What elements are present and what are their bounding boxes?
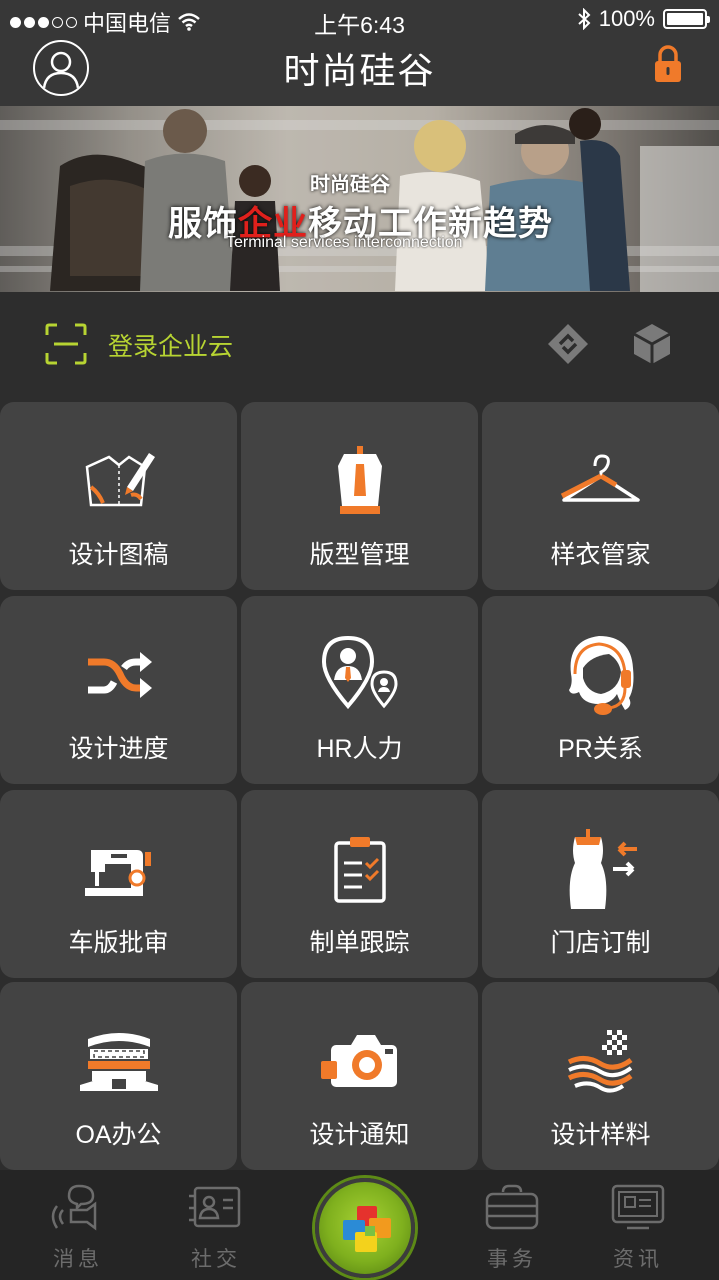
tile-hr[interactable]: HR人力 [241,596,478,784]
status-bar: 中国电信 上午6:43 100% [0,0,719,40]
headset-person-icon [556,636,646,716]
location-person-icon [315,636,405,716]
tile-label: 制单跟踪 [309,929,410,957]
tile-label: 设计进度 [68,735,169,763]
login-enterprise-cloud-label[interactable]: 登录企业云 [108,327,233,363]
feature-grid: 设计图稿 版型管理 样衣管家 设计进度 HR人力 PR关系 车版批审 制单跟踪 … [0,402,719,1170]
tile-label: 设计图稿 [68,541,169,569]
office-building-icon [74,1022,164,1102]
sewing-machine-icon [74,830,164,910]
tab-label: 资讯 [613,1248,663,1271]
center-app-button[interactable] [315,1178,415,1278]
tile-design-progress[interactable]: 设计进度 [0,596,237,784]
tile-label: 设计样料 [550,1121,651,1149]
tile-store-custom[interactable]: 门店订制 [482,790,719,978]
sync-diamond-icon[interactable] [546,322,590,366]
tile-label: PR关系 [558,735,643,763]
tab-label: 社交 [191,1248,241,1271]
battery-icon [663,9,710,29]
contact-card-icon [189,1186,241,1228]
camera-icon [315,1022,405,1102]
message-megaphone-icon [51,1184,97,1231]
design-sketch-icon [74,442,164,522]
tile-sample-butler[interactable]: 样衣管家 [482,402,719,590]
tile-design-material[interactable]: 设计样料 [482,982,719,1170]
tab-messages[interactable]: 消息 [28,1182,128,1273]
tile-label: HR人力 [316,735,403,763]
tab-affairs[interactable]: 事务 [462,1182,562,1273]
page-title: 时尚硅谷 [283,50,436,91]
tile-label: OA办公 [75,1121,162,1149]
tab-label: 消息 [53,1248,103,1271]
app-cubes-icon [343,1206,391,1252]
tile-sample-review[interactable]: 车版批审 [0,790,237,978]
news-screen-icon [611,1184,665,1230]
banner-subtitle: Terminal services interconnection [226,234,463,251]
tile-label: 版型管理 [309,541,410,569]
hanger-icon [556,442,646,522]
tile-design-notice[interactable]: 设计通知 [241,982,478,1170]
login-enterprise-cloud-row[interactable]: 登录企业云 [0,292,719,394]
fabric-swatch-icon [556,1022,646,1102]
tab-news[interactable]: 资讯 [588,1182,688,1273]
tile-label: 车版批审 [68,929,169,957]
tab-label: 事务 [487,1248,537,1271]
tile-oa-office[interactable]: OA办公 [0,982,237,1170]
briefcase-icon [485,1184,539,1230]
tile-pr[interactable]: PR关系 [482,596,719,784]
banner-small-title: 时尚硅谷 [310,174,390,196]
battery-percent: 100% [598,6,655,31]
pattern-lamp-icon [315,442,405,522]
tile-order-tracking[interactable]: 制单跟踪 [241,790,478,978]
clipboard-check-icon [315,830,405,910]
promo-banner[interactable]: 时尚硅谷 服饰企业移动工作新趋势 Terminal services inter… [0,106,719,292]
mannequin-icon [556,829,646,910]
shuffle-icon [74,636,164,716]
cube-icon[interactable] [632,322,672,366]
tab-social[interactable]: 社交 [166,1182,266,1273]
lock-icon[interactable] [653,44,683,84]
app-header: 时尚硅谷 [0,40,719,106]
tile-label: 样衣管家 [550,541,651,569]
bluetooth-icon [578,8,591,30]
tile-label: 门店订制 [550,929,651,957]
tile-label: 设计通知 [309,1121,410,1149]
tile-design-sketch[interactable]: 设计图稿 [0,402,237,590]
scan-icon[interactable] [45,323,87,365]
tile-pattern-management[interactable]: 版型管理 [241,402,478,590]
